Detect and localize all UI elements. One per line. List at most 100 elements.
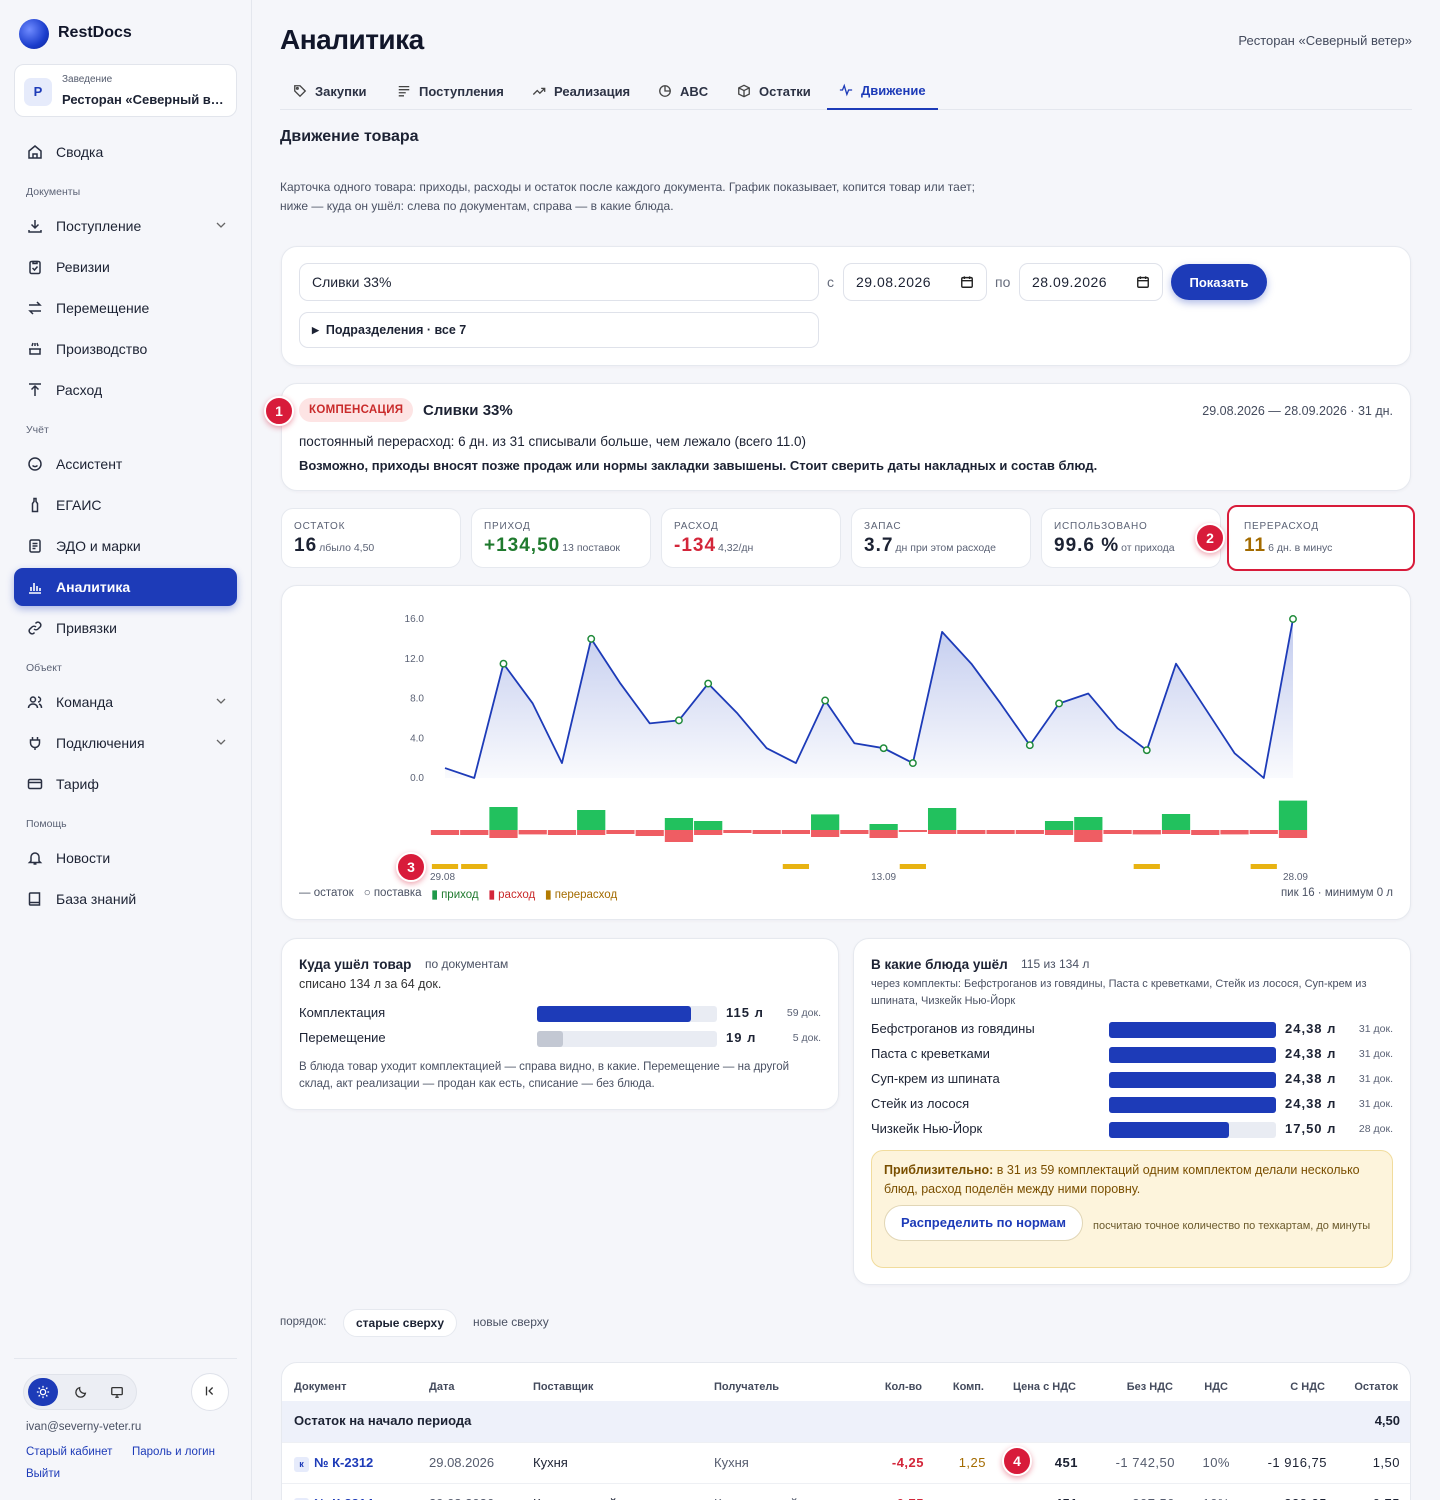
sidebar-item-egais[interactable]: ЕГАИС (14, 486, 237, 524)
monitor-icon[interactable] (102, 1378, 132, 1406)
docs-row-value: 19 л (726, 1030, 757, 1045)
date-to-input[interactable]: 28.09.2026 (1019, 263, 1163, 301)
sun-icon[interactable] (28, 1378, 58, 1406)
expense-bar (1132, 830, 1161, 835)
venue-selector[interactable]: Р Заведение Ресторан «Северный ветер» (14, 64, 237, 117)
alert-line1: постоянный перерасход: 6 дн. из 31 списы… (299, 434, 806, 449)
dish-row-label: Бефстроганов из говядины (871, 1021, 1035, 1036)
y-tick-label: 12.0 (405, 654, 425, 665)
cell-doc[interactable]: № К-2312 (314, 1455, 373, 1470)
supply-point[interactable] (1289, 615, 1297, 623)
expense-bar (606, 830, 635, 834)
dish-row-fill (1109, 1122, 1229, 1138)
product-input[interactable]: Сливки 33% (299, 263, 819, 301)
old-cabinet-link[interactable]: Старый кабинет (26, 1446, 112, 1458)
table-row[interactable]: к № К-2312 29.08.2026 Кухня Кухня -4,25 1,25 45… (282, 1442, 1410, 1483)
income-bar (1044, 821, 1074, 830)
cell-supplier: Кухня (533, 1455, 568, 1470)
expense-bar (957, 830, 986, 834)
table-header-cell[interactable]: Получатель (714, 1381, 779, 1393)
calendar-icon[interactable] (960, 275, 974, 292)
order-oldest[interactable]: старые сверху (343, 1309, 458, 1337)
dish-row-label: Чизкейк Нью-Йорк (871, 1121, 983, 1136)
divisions-toggle[interactable]: ▶ Подразделения · все 7 (299, 312, 819, 348)
table-header-cell[interactable]: Документ (294, 1381, 346, 1393)
sidebar-item-assistant[interactable]: Ассистент (14, 445, 237, 483)
order-newest[interactable]: новые сверху (461, 1309, 561, 1337)
supply-point[interactable] (908, 759, 917, 768)
sidebar-item-receipt[interactable]: Поступление (14, 207, 237, 245)
supply-point[interactable] (879, 744, 888, 753)
supply-point[interactable] (1142, 746, 1151, 755)
sidebar-item-label: Ассистент (56, 456, 123, 472)
tab-purchases[interactable]: Закупки (293, 72, 366, 110)
expense-bar (840, 830, 869, 834)
sidebar-item-expense[interactable]: Расход (14, 371, 237, 409)
dishes-via: через комплекты: Бефстроганов из говядин… (871, 978, 1367, 1007)
logout-link[interactable]: Выйти (26, 1468, 60, 1480)
sidebar-item-edo[interactable]: ЭДО и марки (14, 527, 237, 565)
download-icon (27, 218, 43, 234)
opening-label: Остаток на начало периода (294, 1413, 472, 1428)
opening-row: Остаток на начало периода 4,50 (282, 1401, 1410, 1442)
sidebar-item-transfer[interactable]: Перемещение (14, 289, 237, 327)
upload-icon (27, 382, 43, 398)
marker-3: 3 (396, 852, 426, 882)
sidebar-item-summary[interactable]: Сводка (14, 133, 237, 171)
table-header-cell[interactable]: Остаток (1354, 1381, 1398, 1393)
marker-1: 1 (264, 396, 294, 426)
sidebar-item-revisions[interactable]: Ревизии (14, 248, 237, 286)
table-row[interactable]: к№ К-231429.08.2026Кондитерский цехКонди… (282, 1483, 1410, 1500)
tab-label: Остатки (759, 83, 811, 99)
tab-abc[interactable]: ABC (658, 72, 708, 110)
calendar-icon[interactable] (1136, 275, 1150, 292)
moon-icon[interactable] (66, 1378, 96, 1406)
table-header-cell[interactable]: Дата (429, 1381, 454, 1393)
supply-point[interactable] (499, 659, 508, 668)
stat-value: 16 лбыло 4,50 (294, 535, 374, 557)
sidebar-item-connections[interactable]: Подключения (14, 724, 237, 762)
sidebar-item-news[interactable]: Новости (14, 839, 237, 877)
table-header-cell[interactable]: Комп. (953, 1381, 984, 1393)
supply-point[interactable] (674, 716, 683, 725)
collapse-sidebar-button[interactable] (191, 1373, 229, 1411)
supply-point[interactable] (704, 679, 713, 688)
table-header-cell[interactable]: Кол-во (885, 1381, 922, 1393)
date-from-input[interactable]: 29.08.2026 (843, 263, 987, 301)
sidebar-item-analytics[interactable]: Аналитика (14, 568, 237, 606)
table-header-cell[interactable]: Без НДС (1127, 1381, 1173, 1393)
bar-chart-icon (27, 579, 43, 595)
show-button[interactable]: Показать (1171, 264, 1267, 300)
stat-caption: ЗАПАС (864, 521, 902, 532)
chevron-down-icon (215, 695, 227, 710)
stat-sub: лбыло 4,50 (319, 542, 375, 554)
tab-sales[interactable]: Реализация (532, 72, 630, 110)
sidebar-item-label: Аналитика (56, 579, 131, 595)
supply-point[interactable] (1025, 741, 1034, 750)
tab-stock[interactable]: Остатки (737, 72, 811, 110)
sidebar-item-knowledge[interactable]: База знаний (14, 880, 237, 918)
sidebar-item-team[interactable]: Команда (14, 683, 237, 721)
dish-row-value: 24,38 л (1285, 1071, 1337, 1086)
tab-movement[interactable]: Движение (827, 72, 938, 110)
list-icon (397, 84, 411, 98)
sidebar-item-production[interactable]: Производство (14, 330, 237, 368)
docs-row-label: Перемещение (299, 1030, 386, 1045)
sidebar-item-tariff[interactable]: Тариф (14, 765, 237, 803)
from-label: с (827, 274, 834, 290)
supply-point[interactable] (1055, 699, 1064, 708)
clipboard-icon (27, 259, 43, 275)
cell-gross: -1 916,75 (1267, 1455, 1327, 1470)
stat-value: +134,50 13 поставок (484, 535, 620, 557)
table-header-cell[interactable]: Цена с НДС (1013, 1381, 1076, 1393)
tab-receipts[interactable]: Поступления (397, 72, 504, 110)
supply-point[interactable] (587, 634, 596, 643)
table-header-cell[interactable]: НДС (1204, 1381, 1228, 1393)
sidebar-item-bindings[interactable]: Привязки (14, 609, 237, 647)
table-header-cell[interactable]: С НДС (1290, 1381, 1325, 1393)
password-link[interactable]: Пароль и логин (132, 1446, 215, 1458)
table-header-cell[interactable]: Поставщик (533, 1381, 593, 1393)
tab-label: Движение (861, 82, 926, 98)
cell-doc[interactable]: № К-2314 (314, 1496, 373, 1500)
supply-point[interactable] (821, 696, 830, 705)
